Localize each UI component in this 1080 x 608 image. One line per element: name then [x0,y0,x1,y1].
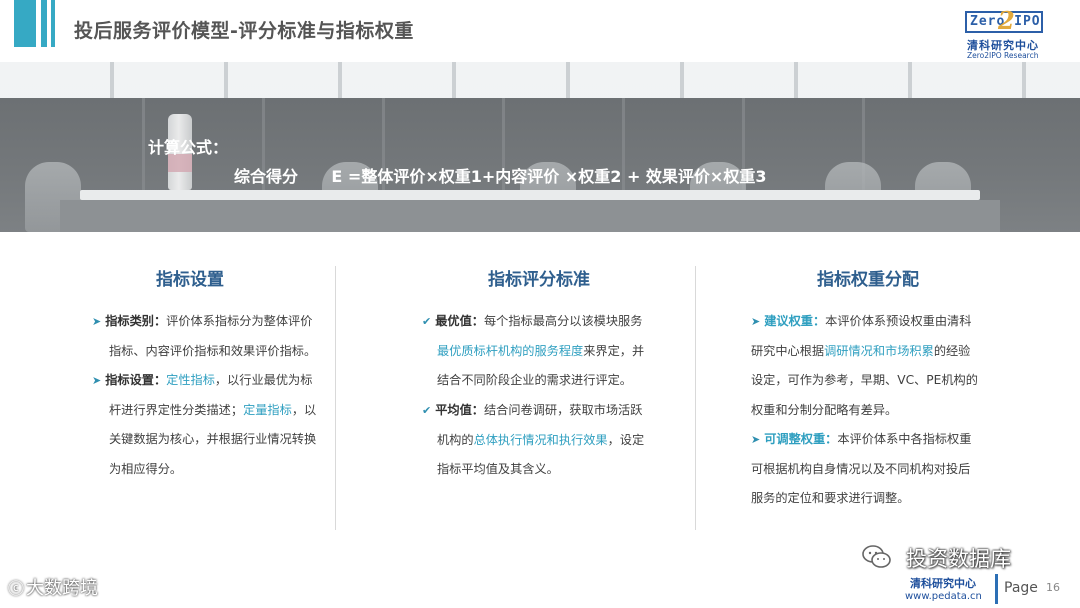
list-item: ➤ 指标类别：评价体系指标分为整体评价 指标、内容评价指标和效果评价指标。 [92,314,317,358]
footer-org-name: 清科研究中心 [910,577,976,590]
check-bullet-icon: ✔ [422,404,432,417]
arrow-bullet-icon: ➤ [751,315,761,328]
list-item: ➤ 建议权重：本评价体系预设权重由清科 研究中心根据调研情况和市场积累的经验 设定… [751,314,978,417]
footer-separator [995,574,998,604]
brand-mark-icon: ⓒ [8,579,25,598]
zero2ipo-logo: Zero IPO 2 清科研究中心 Zero2IPO Research [965,6,1075,60]
slide-header: 投后服务评价模型-评分标准与指标权重 Zero IPO 2 清科研究中心 Zer… [0,0,1080,62]
formula-label: 计算公式： [148,138,229,157]
wechat-icon [862,545,891,568]
column-divider [335,266,336,530]
formula-text: 综合得分 E =整体评价×权重1+内容评价 ×权重2 + 效果评价×权重3 [234,167,767,186]
column-divider [695,266,696,530]
corner-watermark: ⓒ 大数跨境 [8,574,98,600]
wechat-watermark: 投资数据库 [862,540,1042,574]
list-item: ➤ 可调整权重：本评价体系中各指标权重 可根据机构自身情况以及不同机构对投后 服务… [751,432,972,505]
page-label: Page [1004,580,1038,596]
arrow-bullet-icon: ➤ [751,433,761,446]
logo-two-glyph: 2 [998,6,1015,35]
check-bullet-icon: ✔ [422,315,432,328]
logo-english-name: Zero2IPO Research [967,51,1039,60]
header-decoration [14,0,58,47]
column-title-weight-allocation: 指标权重分配 [817,270,919,290]
list-item: ✔ 最优值：每个指标最高分以该模块服务 最优质标杆机构的服务程度来界定，并 结合不… [422,314,645,387]
page-number: 16 [1046,581,1060,594]
footer-url[interactable]: www.pedata.cn [905,591,982,602]
column-title-scoring-standard: 指标评分标准 [488,270,590,290]
arrow-bullet-icon: ➤ [92,374,102,387]
column-title-indicator-setup: 指标设置 [156,270,224,290]
formula-banner: 计算公式： 综合得分 E =整体评价×权重1+内容评价 ×权重2 + 效果评价×… [0,62,1080,232]
page-title: 投后服务评价模型-评分标准与指标权重 [74,20,414,42]
list-item: ➤ 指标设置：定性指标，以行业最优为标 杆进行界定性分类描述；定量指标，以 关键数… [92,373,317,476]
list-item: ✔ 平均值：结合问卷调研，获取市场活跃 机构的总体执行情况和执行效果，设定 指标平… [422,403,645,476]
wechat-account-name: 投资数据库 [906,547,1011,571]
arrow-bullet-icon: ➤ [92,315,102,328]
